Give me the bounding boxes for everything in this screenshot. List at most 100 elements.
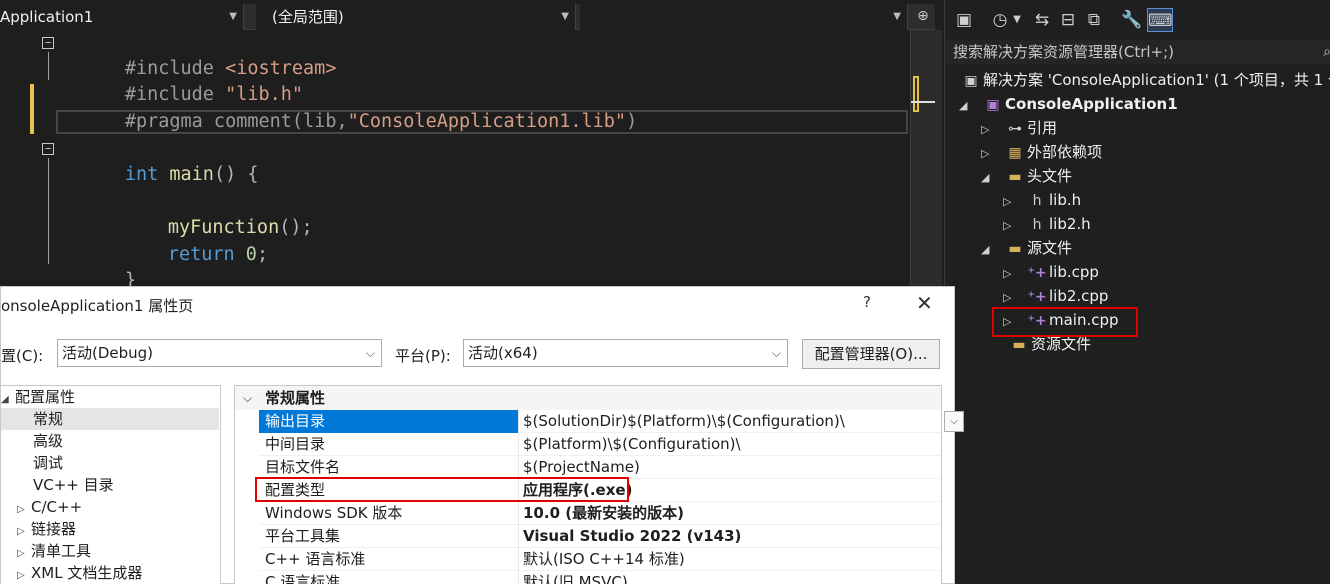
- tree-item-label: ConsoleApplication1: [1005, 95, 1178, 113]
- function-name: main: [158, 164, 214, 185]
- property-value[interactable]: $(SolutionDir)$(Platform)\$(Configuratio…: [521, 410, 941, 433]
- project-scope-dropdown[interactable]: Application1 ▼: [0, 4, 244, 30]
- tree-item-label: 源文件: [1027, 239, 1073, 257]
- tree-item-manifest-tool[interactable]: ▷ 清单工具: [1, 540, 219, 562]
- tree-item-source-files[interactable]: ◢ ▬ 源文件: [981, 236, 1072, 260]
- property-row[interactable]: 中间目录 $(Platform)\$(Configuration)\: [259, 433, 941, 456]
- fold-collapse-icon[interactable]: −: [42, 37, 54, 49]
- tree-item-label: 头文件: [1027, 167, 1073, 185]
- project-icon: ▣: [986, 97, 1000, 113]
- collapsed-arrow-icon[interactable]: ▷: [17, 565, 31, 584]
- tree-item-label: 高级: [33, 432, 64, 450]
- collapse-all-icon[interactable]: ⊟: [1057, 8, 1079, 32]
- history-icon[interactable]: ◷: [989, 8, 1011, 32]
- platform-label: 平台(P):: [395, 347, 451, 365]
- cpp-file-icon: ⁺+: [1027, 289, 1047, 305]
- member-dropdown[interactable]: ▼: [580, 4, 908, 30]
- function-scope-label: (全局范围): [272, 8, 344, 26]
- code-line: #include <iostream>: [58, 30, 337, 79]
- lib-string: "ConsoleApplication1.lib": [347, 111, 627, 132]
- collapsed-arrow-icon[interactable]: ▷: [1003, 262, 1025, 286]
- chevron-down-icon: ⌵: [365, 346, 375, 360]
- property-row[interactable]: Windows SDK 版本 10.0 (最新安装的版本): [259, 502, 941, 525]
- show-all-files-icon[interactable]: ⧉: [1083, 8, 1105, 32]
- property-row[interactable]: 目标文件名 $(ProjectName): [259, 456, 941, 479]
- property-value[interactable]: 默认(旧 MSVC): [521, 571, 941, 584]
- tree-item-label: lib.h: [1049, 191, 1082, 209]
- punctuation: ;: [256, 244, 269, 265]
- split-editor-icon[interactable]: ⊕: [912, 4, 934, 30]
- references-icon: ⊶: [1008, 121, 1022, 137]
- help-button[interactable]: ?: [863, 293, 871, 311]
- configuration-label: 置(C):: [1, 347, 44, 365]
- collapsed-arrow-icon[interactable]: ▷: [981, 118, 1003, 142]
- code-line: return 0;: [101, 216, 268, 265]
- tree-item-references[interactable]: ▷ ⊶ 引用: [981, 116, 1057, 140]
- fold-collapse-icon[interactable]: −: [42, 143, 54, 155]
- section-header[interactable]: ⌵ 常规属性: [235, 386, 941, 410]
- tree-item-label: C/C++: [31, 498, 83, 516]
- property-value[interactable]: 10.0 (最新安装的版本): [521, 502, 941, 525]
- property-key: 目标文件名: [259, 456, 519, 479]
- configuration-manager-button[interactable]: 配置管理器(O)...: [802, 339, 940, 369]
- code-area[interactable]: − − #include <iostream> #include "lib.h"…: [0, 30, 910, 291]
- explorer-search-input[interactable]: 搜索解决方案资源管理器(Ctrl+;) ⌕: [945, 40, 1330, 64]
- chevron-down-icon[interactable]: ▼: [1011, 8, 1023, 32]
- tree-item-cpp[interactable]: ▷ C/C++: [1, 496, 219, 518]
- expanded-arrow-icon[interactable]: ◢: [981, 238, 1003, 262]
- tree-item-solution[interactable]: ▣ 解决方案 'ConsoleApplication1' (1 个项目，共 1 个: [959, 68, 1330, 92]
- tree-item-lib-cpp[interactable]: ▷ ⁺+ lib.cpp: [1003, 260, 1099, 284]
- collapsed-arrow-icon[interactable]: ▷: [1003, 190, 1025, 214]
- property-value[interactable]: 默认(ISO C++14 标准): [521, 548, 941, 571]
- chevron-down-icon: ▼: [561, 11, 569, 22]
- property-row[interactable]: 输出目录 $(SolutionDir)$(Platform)\$(Configu…: [259, 410, 964, 433]
- close-button[interactable]: ✕: [916, 291, 933, 315]
- tree-item-lib-h[interactable]: ▷ h lib.h: [1003, 188, 1081, 212]
- external-deps-icon: ▦: [1008, 145, 1022, 161]
- tree-item-lib2-cpp[interactable]: ▷ ⁺+ lib2.cpp: [1003, 284, 1108, 308]
- property-row[interactable]: C++ 语言标准 默认(ISO C++14 标准): [259, 548, 941, 571]
- code-line: #pragma comment(lib,"ConsoleApplication1…: [58, 83, 637, 132]
- tree-item-general[interactable]: 常规: [1, 408, 219, 430]
- highlight-box: [992, 307, 1138, 337]
- chevron-down-icon: ▼: [229, 11, 237, 22]
- tree-item-xml-doc[interactable]: ▷ XML 文档生成器: [1, 562, 219, 584]
- tree-item-debugging[interactable]: 调试: [1, 452, 219, 474]
- property-pages-dialog: onsoleApplication1 属性页 ? ✕ 置(C): 活动(Debu…: [0, 286, 964, 584]
- tree-item-external-deps[interactable]: ▷ ▦ 外部依赖项: [981, 140, 1102, 164]
- sync-icon[interactable]: ⇆: [1031, 8, 1053, 32]
- tree-item-linker[interactable]: ▷ 链接器: [1, 518, 219, 540]
- chevron-down-icon[interactable]: ⌵: [243, 386, 252, 410]
- tree-item-lib2-h[interactable]: ▷ h lib2.h: [1003, 212, 1091, 236]
- search-icon[interactable]: ⌕: [1323, 40, 1330, 64]
- property-key: 中间目录: [259, 433, 519, 456]
- tree-item-header-files[interactable]: ◢ ▬ 头文件: [981, 164, 1072, 188]
- property-value[interactable]: $(ProjectName): [521, 456, 941, 479]
- pragma-close: ): [626, 111, 638, 132]
- platform-value: 活动(x64): [468, 344, 538, 362]
- property-value[interactable]: Visual Studio 2022 (v143): [521, 525, 941, 548]
- function-scope-dropdown[interactable]: (全局范围) ▼: [256, 4, 576, 30]
- collapsed-arrow-icon[interactable]: ▷: [1003, 214, 1025, 238]
- property-value[interactable]: $(Platform)\$(Configuration)\: [521, 433, 941, 456]
- expanded-arrow-icon[interactable]: ◢: [959, 94, 981, 118]
- tree-item-advanced[interactable]: 高级: [1, 430, 219, 452]
- switch-views-icon[interactable]: ▣: [953, 8, 975, 32]
- properties-wrench-icon[interactable]: 🔧: [1121, 8, 1143, 32]
- property-row[interactable]: C 语言标准 默认(旧 MSVC): [259, 571, 941, 584]
- tree-item-vcpp-dirs[interactable]: VC++ 目录: [1, 474, 219, 496]
- chevron-down-icon[interactable]: ⌵: [944, 411, 964, 432]
- explorer-toolbar: ▣ ◷ ▼ ⇆ ⊟ ⧉ 🔧 ⌨: [945, 0, 1330, 38]
- expanded-arrow-icon[interactable]: ◢: [981, 166, 1003, 190]
- vertical-scrollbar[interactable]: [910, 30, 942, 290]
- platform-select[interactable]: 活动(x64) ⌵: [463, 339, 788, 367]
- preview-selected-icon[interactable]: ⌨: [1147, 8, 1173, 32]
- configuration-select[interactable]: 活动(Debug) ⌵: [57, 339, 382, 367]
- property-row[interactable]: 平台工具集 Visual Studio 2022 (v143): [259, 525, 941, 548]
- code-line: myFunction();: [101, 189, 313, 238]
- collapsed-arrow-icon[interactable]: ▷: [981, 142, 1003, 166]
- tree-item-project[interactable]: ◢ ▣ ConsoleApplication1: [959, 92, 1178, 116]
- chevron-down-icon: ⌵: [771, 346, 781, 360]
- tree-item-config-properties[interactable]: ◢ 配置属性: [1, 386, 219, 408]
- code-editor[interactable]: Application1 ▼ (全局范围) ▼ ▼ ⊕ − − #include…: [0, 0, 942, 291]
